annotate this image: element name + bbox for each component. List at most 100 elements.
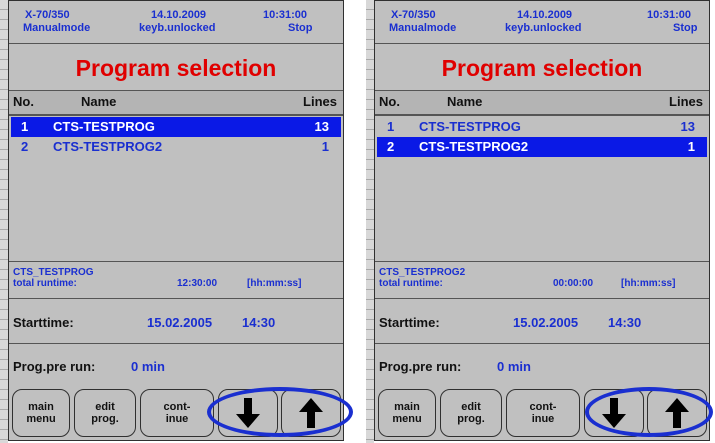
divider [9,343,343,344]
program-no: 2 [387,139,395,154]
arrow-down-icon [235,398,261,428]
program-lines: 1 [687,139,695,154]
program-row[interactable]: 2 CTS-TESTPROG2 1 [11,137,341,157]
program-row[interactable]: 2 CTS-TESTPROG2 1 [377,137,707,157]
divider [9,261,343,262]
scroll-down-button[interactable] [584,389,644,437]
edit-program-button[interactable]: edit prog. [74,389,136,437]
program-list[interactable]: 1 CTS-TESTPROG 13 2 CTS-TESTPROG2 1 [9,117,343,261]
divider [9,43,343,44]
time-label: 10:31:00 [263,9,308,21]
date-label: 14.10.2009 [151,9,207,21]
col-no: No. [379,94,400,109]
mode-label: Manualmode [389,22,457,34]
starttime-label: Starttime: [379,315,440,330]
edit-program-label-1: edit [95,401,115,413]
runtime-label: total runtime: [379,278,443,289]
edit-program-label-2: prog. [91,413,119,425]
runtime-label: total runtime: [13,278,77,289]
program-row[interactable]: 1 CTS-TESTPROG 13 [11,117,341,137]
arrow-down-icon [601,398,627,428]
program-row[interactable]: 1 CTS-TESTPROG 13 [377,117,707,137]
date-label: 14.10.2009 [517,9,573,21]
divider [375,43,709,44]
machine-state: Stop [288,22,313,34]
main-menu-label-2: menu [26,413,56,425]
prerun-value: 0 min [131,359,165,374]
runtime-unit: [hh:mm:ss] [247,278,302,289]
runtime-value: 00:00:00 [553,278,594,289]
starttime-label: Starttime: [13,315,74,330]
main-menu-label-1: main [394,401,420,413]
main-menu-button[interactable]: main menu [378,389,436,437]
status-header: X-70/350 14.10.2009 10:31:00 Manualmode … [9,1,343,43]
program-info: CTS_TESTPROG total runtime: 12:30:00 [hh… [9,263,343,299]
keyboard-status: keyb.unlocked [505,22,582,34]
divider [375,261,709,262]
scroll-up-button[interactable] [281,389,341,437]
machine-state: Stop [673,22,698,34]
continue-button[interactable]: cont- inue [506,389,580,437]
prerun-label: Prog.pre run: [379,359,462,374]
keyboard-status: keyb.unlocked [139,22,216,34]
program-name: CTS-TESTPROG2 [53,139,163,154]
program-lines: 13 [680,119,695,134]
program-list[interactable]: 1 CTS-TESTPROG 13 2 CTS-TESTPROG2 1 [375,117,709,261]
divider [375,343,709,344]
machine-label: X-70/350 [391,9,436,21]
scroll-down-button[interactable] [218,389,278,437]
starttime-date: 15.02.2005 [513,315,579,330]
continue-label-1: cont- [529,401,557,413]
mode-label: Manualmode [23,22,91,34]
middle-margin-strip [366,0,374,443]
edit-program-label-2: prog. [457,413,485,425]
starttime-time: 14:30 [242,315,276,330]
left-margin-strip [0,0,8,443]
program-name: CTS-TESTPROG [53,119,155,134]
col-lines: Lines [669,94,703,109]
starttime-date: 15.02.2005 [147,315,213,330]
selected-program-name: CTS_TESTPROG2 [379,267,466,278]
continue-label-2: inue [165,413,189,425]
divider [9,298,343,299]
status-header: X-70/350 14.10.2009 10:31:00 Manualmode … [375,1,709,43]
program-name: CTS-TESTPROG [419,119,521,134]
column-header: No. Name Lines [9,90,343,116]
starttime-time: 14:30 [608,315,642,330]
continue-label-2: inue [531,413,555,425]
prerun-label: Prog.pre run: [13,359,96,374]
prerun-value: 0 min [497,359,531,374]
col-lines: Lines [303,94,337,109]
col-name: Name [81,94,117,109]
edit-program-label-1: edit [461,401,481,413]
machine-label: X-70/350 [25,9,70,21]
screen-left: X-70/350 14.10.2009 10:31:00 Manualmode … [8,0,353,441]
program-no: 1 [21,119,29,134]
program-no: 2 [21,139,29,154]
column-header: No. Name Lines [375,90,709,116]
screen-right: X-70/350 14.10.2009 10:31:00 Manualmode … [374,0,713,441]
program-lines: 13 [314,119,329,134]
scroll-up-button[interactable] [647,389,707,437]
page-title: Program selection [441,55,643,81]
runtime-value: 12:30:00 [177,278,218,289]
main-menu-label-1: main [28,401,54,413]
main-menu-button[interactable]: main menu [12,389,70,437]
continue-button[interactable]: cont- inue [140,389,214,437]
col-name: Name [447,94,483,109]
runtime-unit: [hh:mm:ss] [621,278,676,289]
main-menu-label-2: menu [392,413,422,425]
time-label: 10:31:00 [647,9,692,21]
divider [375,298,709,299]
arrow-up-icon [298,398,324,428]
program-no: 1 [387,119,395,134]
edit-program-button[interactable]: edit prog. [440,389,502,437]
program-name: CTS-TESTPROG2 [419,139,529,154]
program-lines: 1 [321,139,329,154]
program-info: CTS_TESTPROG2 total runtime: 00:00:00 [h… [375,263,709,299]
col-no: No. [13,94,34,109]
continue-label-1: cont- [163,401,191,413]
page-title: Program selection [75,55,277,81]
arrow-up-icon [664,398,690,428]
selected-program-name: CTS_TESTPROG [13,267,94,278]
